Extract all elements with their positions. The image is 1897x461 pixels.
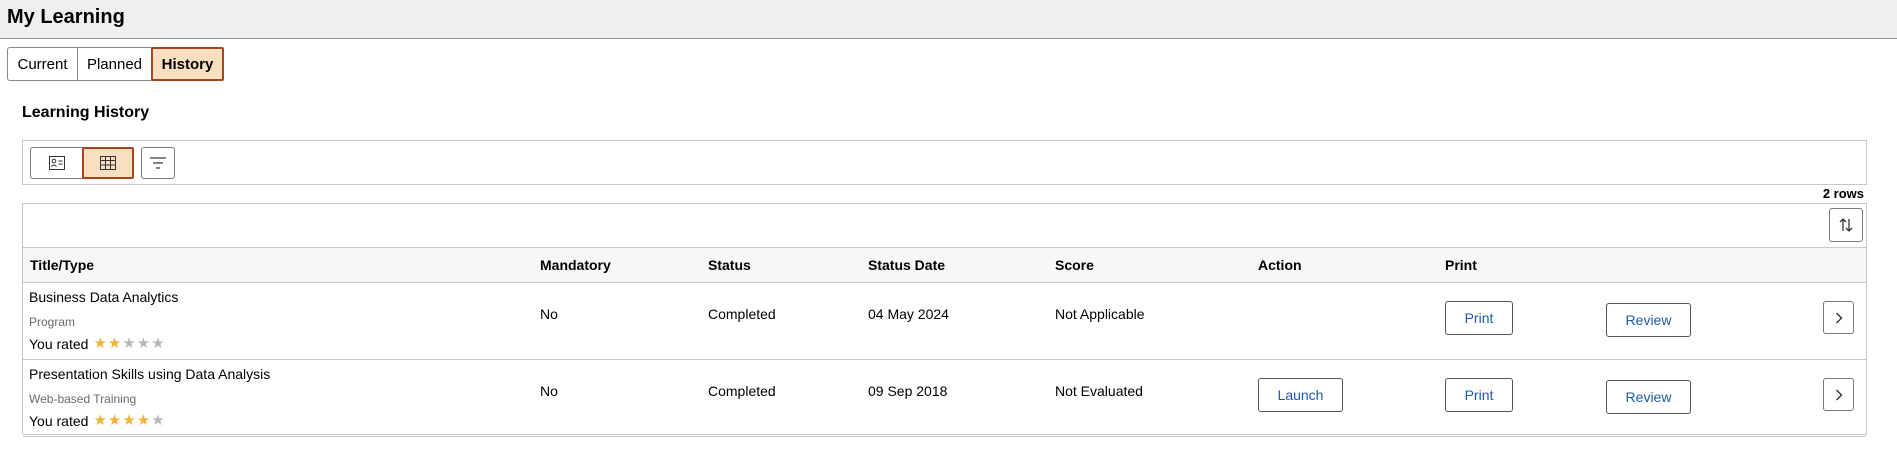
tab-history[interactable]: History <box>151 47 224 81</box>
star-icon: ★ <box>93 335 107 352</box>
card-view-icon <box>48 156 65 170</box>
star-icon: ★ <box>107 412 122 429</box>
grid-view-button[interactable] <box>82 147 134 179</box>
star-icon: ★ <box>136 412 151 429</box>
row-details-button[interactable] <box>1823 301 1854 334</box>
score-value: Not Applicable <box>1055 306 1145 322</box>
star-icon: ★ <box>122 412 136 429</box>
print-button[interactable]: Print <box>1445 378 1513 412</box>
section-title: Learning History <box>22 104 150 121</box>
filter-button[interactable] <box>141 147 175 179</box>
page-header: My Learning <box>0 0 1897 39</box>
tab-planned[interactable]: Planned <box>77 47 152 81</box>
sort-button[interactable] <box>1829 208 1863 242</box>
status-value: Completed <box>708 383 776 399</box>
page-title: My Learning <box>7 6 125 28</box>
sort-icon <box>1839 218 1853 232</box>
column-header-status: Status <box>708 257 751 273</box>
chevron-right-icon <box>1835 389 1842 400</box>
star-icon: ★ <box>136 335 151 352</box>
star-icon: ★ <box>151 412 165 429</box>
mandatory-value: No <box>540 383 558 399</box>
course-title[interactable]: Business Data Analytics <box>29 289 178 305</box>
rating-stars: ★ ★ ★ ★ ★ <box>93 335 165 352</box>
rating: You rated ★ ★ ★ ★ ★ <box>29 413 166 429</box>
table-row[interactable]: Presentation Skills using Data Analysis … <box>23 360 1866 437</box>
star-icon: ★ <box>93 412 107 429</box>
column-header-status-date: Status Date <box>868 257 946 273</box>
status-value: Completed <box>708 306 776 322</box>
column-header-mandatory: Mandatory <box>540 257 611 273</box>
status-date-value: 04 May 2024 <box>868 306 949 322</box>
card-view-button[interactable] <box>30 147 83 179</box>
column-header-score: Score <box>1055 257 1094 273</box>
score-value: Not Evaluated <box>1055 383 1143 399</box>
rating-stars: ★ ★ ★ ★ ★ <box>93 412 165 429</box>
rating-label: You rated <box>29 336 89 352</box>
rating-label: You rated <box>29 413 89 429</box>
course-type: Program <box>29 315 76 329</box>
grid-toolbar <box>22 140 1867 185</box>
launch-button[interactable]: Launch <box>1258 378 1343 412</box>
course-type: Web-based Training <box>29 392 137 406</box>
review-button[interactable]: Review <box>1606 303 1691 337</box>
table-header: Title/Type Mandatory Status Status Date … <box>23 247 1866 283</box>
tab-current[interactable]: Current <box>7 47 78 81</box>
grid-view-icon <box>100 156 116 170</box>
rating: You rated ★ ★ ★ ★ ★ <box>29 336 166 352</box>
star-icon: ★ <box>151 335 165 352</box>
status-date-value: 09 Sep 2018 <box>868 383 948 399</box>
row-details-button[interactable] <box>1823 378 1854 411</box>
column-header-print: Print <box>1445 257 1477 273</box>
row-count: 2 rows <box>1822 186 1864 201</box>
star-icon: ★ <box>107 335 122 352</box>
mandatory-value: No <box>540 306 558 322</box>
learning-history-grid: Title/Type Mandatory Status Status Date … <box>22 203 1867 437</box>
course-title[interactable]: Presentation Skills using Data Analysis <box>29 366 270 382</box>
review-button[interactable]: Review <box>1606 380 1691 414</box>
star-icon: ★ <box>122 335 136 352</box>
table-row[interactable]: Business Data Analytics Program You rate… <box>23 283 1866 360</box>
tab-bar: Current Planned History <box>7 47 224 81</box>
column-header-action: Action <box>1258 257 1302 273</box>
chevron-right-icon <box>1835 312 1842 323</box>
filter-icon <box>150 157 166 169</box>
column-header-title-type: Title/Type <box>30 257 95 273</box>
print-button[interactable]: Print <box>1445 301 1513 335</box>
